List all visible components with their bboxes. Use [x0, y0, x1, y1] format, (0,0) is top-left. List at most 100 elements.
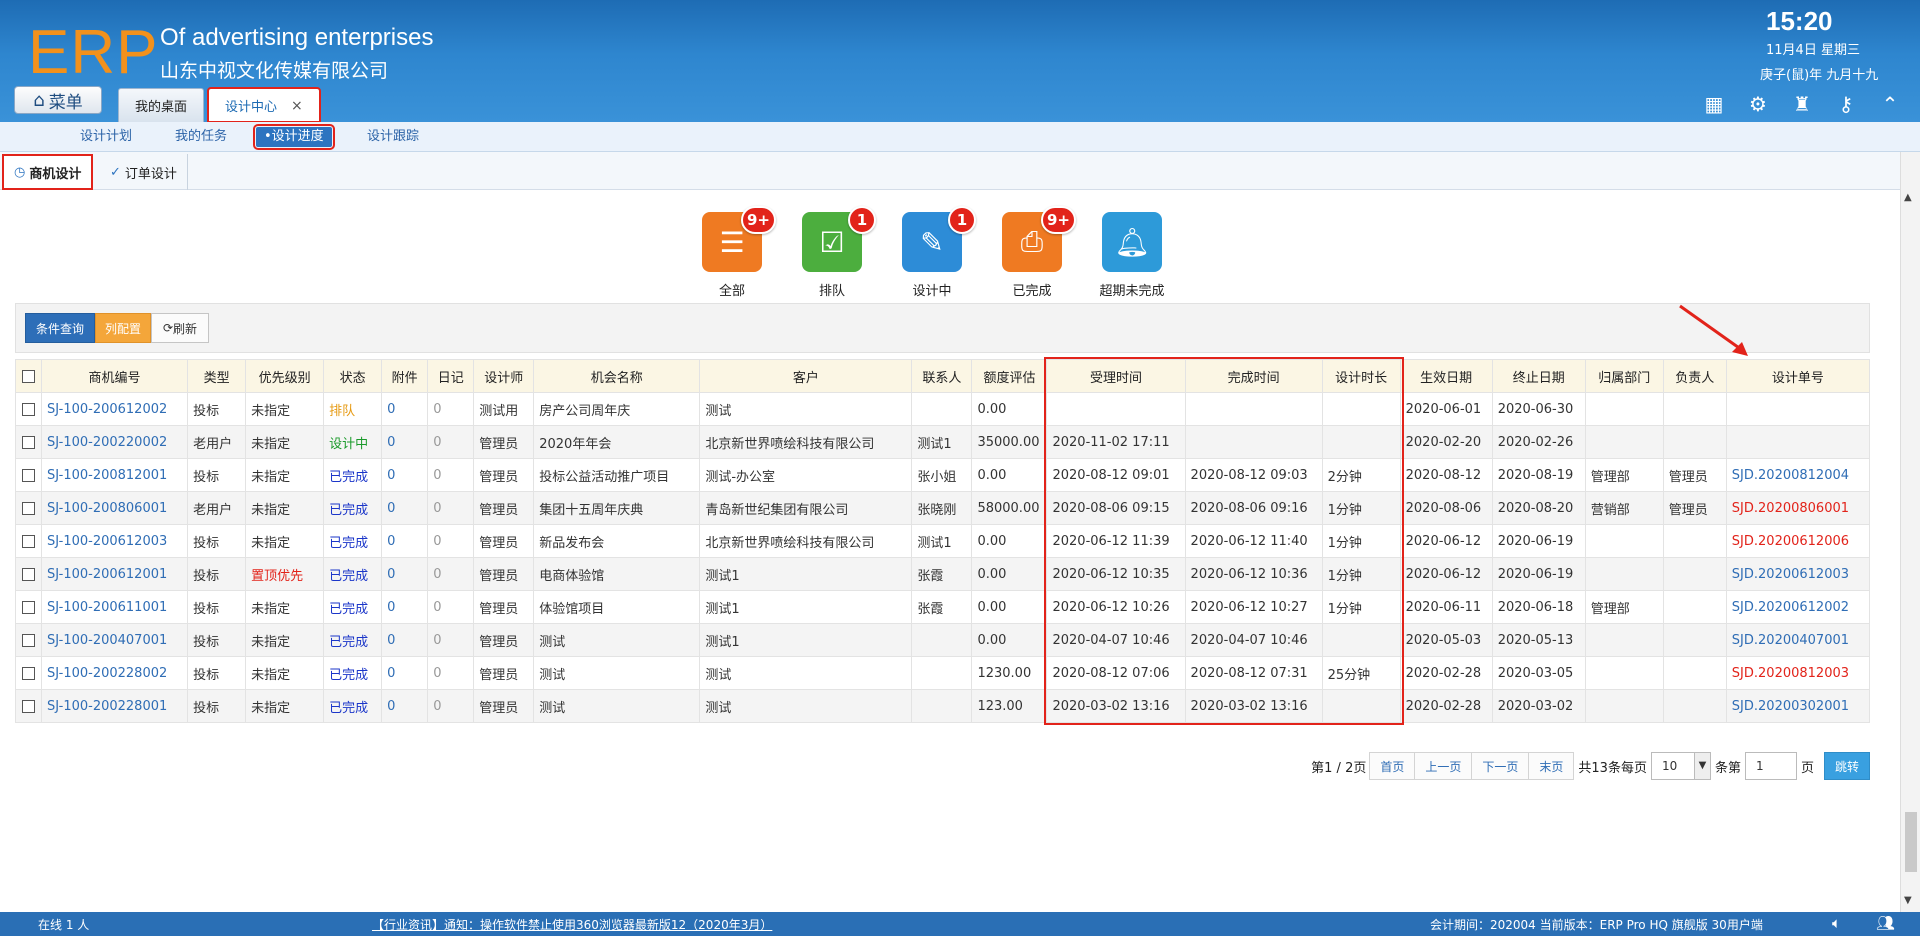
table-cell[interactable]: 0 [381, 425, 429, 459]
checkbox[interactable] [22, 468, 35, 482]
table-row[interactable]: SJ-100-200228001 投标 未指定 已完成 0 0 管理员 测试 测试 123.00 2… [15, 689, 1871, 723]
scroll-down-icon[interactable]: ▼ [1904, 895, 1912, 906]
opportunity-id-link[interactable]: SJ-100-200612003 [40, 524, 189, 558]
checkbox[interactable] [22, 600, 35, 614]
checkbox[interactable] [22, 501, 35, 515]
checkbox[interactable] [22, 699, 35, 713]
column-header[interactable]: 附件 [381, 359, 429, 393]
column-header[interactable]: 机会名称 [533, 359, 701, 393]
checkbox[interactable] [22, 369, 35, 383]
column-header[interactable]: 商机编号 [40, 359, 189, 393]
table-row[interactable]: SJ-100-200612003 投标 未指定 已完成 0 0 管理员 新品发布会 北京新世界喷… [15, 524, 1871, 558]
add-widget-icon[interactable]: ▦ [1702, 92, 1726, 116]
row-checkbox-cell[interactable] [15, 590, 42, 624]
table-row[interactable]: SJ-100-200220002 老用户 未指定 设计中 0 0 管理员 2020年年会 北京新… [15, 425, 1871, 459]
column-header[interactable]: 负责人 [1662, 359, 1727, 393]
tab-design-center[interactable]: 设计中心 × [207, 87, 321, 123]
table-row[interactable]: SJ-100-200612002 投标 未指定 排队 0 0 测试用 房产公司周年庆 测试 0.0… [15, 392, 1871, 426]
column-header[interactable]: 状态 [323, 359, 383, 393]
design-order-link[interactable]: SJD.20200612003 [1725, 557, 1871, 591]
column-header[interactable]: 归属部门 [1584, 359, 1664, 393]
column-header[interactable]: 优先级别 [245, 359, 325, 393]
table-cell[interactable]: 0 [381, 623, 429, 657]
row-checkbox-cell[interactable] [15, 524, 42, 558]
table-cell[interactable]: 0 [381, 557, 429, 591]
subnav-design-plan[interactable]: 设计计划 [80, 127, 132, 147]
design-order-link[interactable]: SJD.20200806001 [1725, 491, 1871, 525]
checkbox[interactable] [22, 534, 35, 548]
news-ticker[interactable]: 【行业资讯】通知：操作软件禁止使用360浏览器最新版12（2020年3月） [372, 916, 772, 933]
column-header[interactable]: 设计时长 [1321, 359, 1401, 393]
row-checkbox-cell[interactable] [15, 623, 42, 657]
vertical-scrollbar[interactable]: ▲ ▼ [1900, 152, 1920, 914]
table-row[interactable]: SJ-100-200612001 投标 置顶优先 已完成 0 0 管理员 电商体验馆 测试1 张霞… [15, 557, 1871, 591]
column-header[interactable]: 生效日期 [1399, 359, 1493, 393]
last-page-button[interactable]: 末页 [1528, 752, 1575, 780]
opportunity-id-link[interactable]: SJ-100-200220002 [40, 425, 189, 459]
row-checkbox-cell[interactable] [15, 458, 42, 492]
go-button[interactable]: 跳转 [1823, 752, 1870, 780]
opportunity-id-link[interactable]: SJ-100-200228002 [40, 656, 189, 690]
status-all[interactable]: ☰ 9+ 全部 [700, 206, 776, 299]
column-header[interactable]: 受理时间 [1046, 359, 1186, 393]
column-header[interactable]: 终止日期 [1491, 359, 1586, 393]
table-cell[interactable]: 0 [381, 458, 429, 492]
checkbox[interactable] [22, 567, 35, 581]
row-checkbox-cell[interactable] [15, 656, 42, 690]
users-icon[interactable]: 👥︎ [1876, 914, 1895, 932]
speaker-icon[interactable]: 🔈︎ [1832, 914, 1841, 932]
opportunity-id-link[interactable]: SJ-100-200612002 [40, 392, 189, 426]
refresh-button[interactable]: ⟳ 刷新 [151, 313, 209, 343]
select-all-checkbox[interactable] [15, 359, 42, 393]
column-header[interactable]: 设计单号 [1725, 359, 1871, 393]
checkbox[interactable] [22, 435, 35, 449]
tab-order-design[interactable]: ✓ 订单设计 [100, 154, 188, 190]
row-checkbox-cell[interactable] [15, 557, 42, 591]
first-page-button[interactable]: 首页 [1369, 752, 1416, 780]
status-designing[interactable]: ✎ 1 设计中 [900, 206, 976, 299]
status-overdue[interactable]: 🔔︎ 超期未完成 [1100, 212, 1165, 299]
tab-my-desktop[interactable]: 我的桌面 [118, 88, 205, 122]
key-icon[interactable]: ⚷ [1834, 92, 1858, 116]
menu-button[interactable]: ⌂ 菜单 [14, 86, 102, 114]
column-header[interactable]: 完成时间 [1184, 359, 1323, 393]
checkbox[interactable] [22, 633, 35, 647]
scroll-up-icon[interactable]: ▲ [1904, 192, 1912, 203]
opportunity-id-link[interactable]: SJ-100-200812001 [40, 458, 189, 492]
table-cell[interactable]: 0 [381, 491, 429, 525]
page-size-select[interactable]: 10 ▼ [1650, 752, 1711, 780]
row-checkbox-cell[interactable] [15, 392, 42, 426]
subnav-my-tasks[interactable]: 我的任务 [175, 127, 227, 147]
table-cell[interactable]: 0 [381, 689, 429, 723]
collapse-icon[interactable]: ⌃ [1878, 92, 1902, 116]
opportunity-id-link[interactable]: SJ-100-200806001 [40, 491, 189, 525]
status-queued[interactable]: ☑ 1 排队 [800, 206, 876, 299]
table-row[interactable]: SJ-100-200806001 老用户 未指定 已完成 0 0 管理员 集团十五周年庆典 青岛… [15, 491, 1871, 525]
checkbox[interactable] [22, 402, 35, 416]
opportunity-id-link[interactable]: SJ-100-200407001 [40, 623, 189, 657]
column-header[interactable]: 类型 [187, 359, 247, 393]
close-icon[interactable]: × [291, 98, 303, 114]
design-order-link[interactable]: SJD.20200407001 [1725, 623, 1871, 657]
table-row[interactable]: SJ-100-200611001 投标 未指定 已完成 0 0 管理员 体验馆项目 测试1 张霞 0… [15, 590, 1871, 624]
opportunity-id-link[interactable]: SJ-100-200612001 [40, 557, 189, 591]
row-checkbox-cell[interactable] [15, 689, 42, 723]
chevron-down-icon[interactable]: ▼ [1693, 753, 1710, 779]
prev-page-button[interactable]: 上一页 [1414, 752, 1473, 780]
page-number-input[interactable]: 1 [1744, 752, 1797, 780]
tab-opportunity-design[interactable]: ◷ 商机设计 [2, 154, 94, 190]
column-header[interactable]: 日记 [427, 359, 475, 393]
table-row[interactable]: SJ-100-200228002 投标 未指定 已完成 0 0 管理员 测试 测试 1230.00… [15, 656, 1871, 690]
column-header[interactable]: 客户 [699, 359, 913, 393]
table-row[interactable]: SJ-100-200407001 投标 未指定 已完成 0 0 管理员 测试 测试1 0.00 20… [15, 623, 1871, 657]
design-order-link[interactable]: SJD.20200612006 [1725, 524, 1871, 558]
column-header[interactable]: 设计师 [473, 359, 535, 393]
opportunity-id-link[interactable]: SJ-100-200228001 [40, 689, 189, 723]
table-cell[interactable]: 0 [381, 656, 429, 690]
scroll-thumb[interactable] [1905, 812, 1917, 872]
column-header[interactable]: 联系人 [911, 359, 973, 393]
design-order-link[interactable]: SJD.20200302001 [1725, 689, 1871, 723]
row-checkbox-cell[interactable] [15, 491, 42, 525]
design-order-link[interactable]: SJD.20200812003 [1725, 656, 1871, 690]
design-order-link[interactable]: SJD.20200612002 [1725, 590, 1871, 624]
